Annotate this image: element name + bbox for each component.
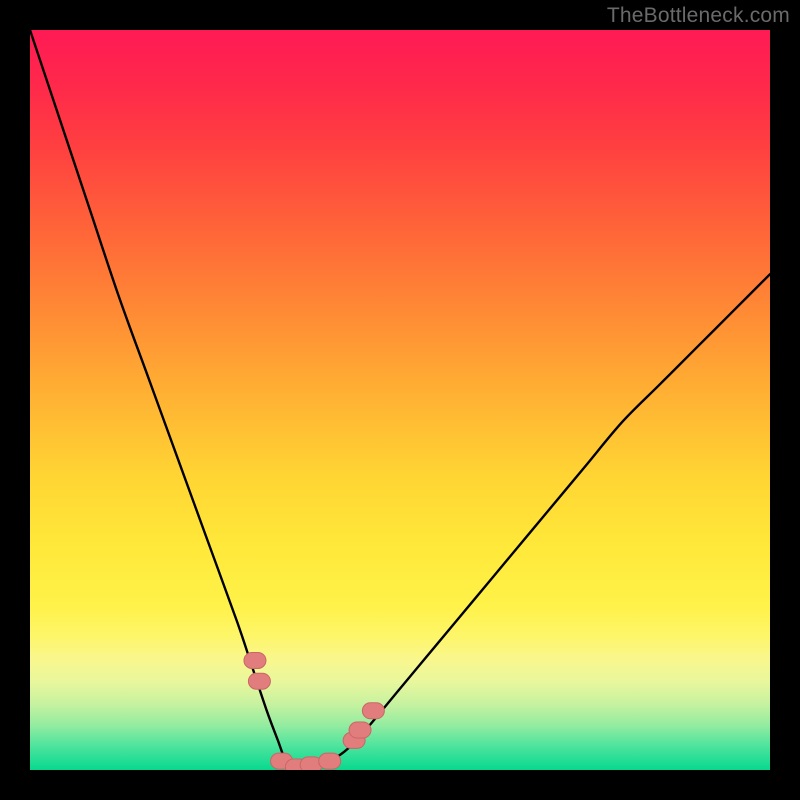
data-markers — [244, 652, 384, 770]
watermark-text: TheBottleneck.com — [607, 4, 790, 28]
data-marker — [362, 703, 384, 719]
curve-path — [30, 30, 770, 767]
data-marker — [248, 673, 270, 689]
data-marker — [349, 722, 371, 738]
plot-area — [30, 30, 770, 770]
chart-svg — [30, 30, 770, 770]
chart-frame: TheBottleneck.com — [0, 0, 800, 800]
data-marker — [244, 652, 266, 668]
data-marker — [319, 753, 341, 769]
